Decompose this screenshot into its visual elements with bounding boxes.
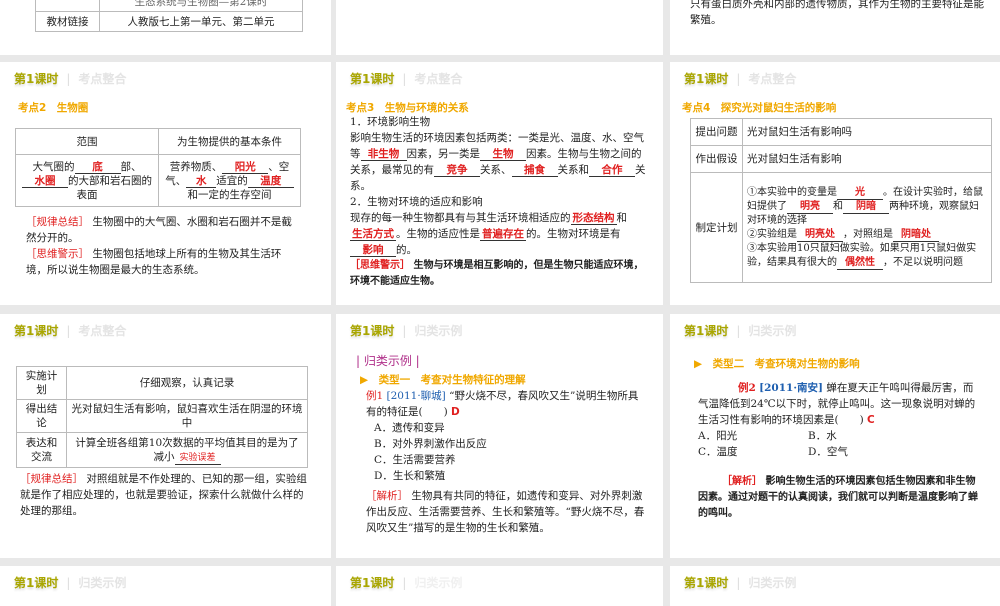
notes: ［规律总结］ 生物圈中的大气圈、水圈和岩石圈并不是截然分开的。 ［思维警示］ 生物… — [26, 216, 292, 276]
th: 范围 — [15, 128, 159, 155]
body-text: 只有蛋白质外壳和内部的遗传物质，其作为生物的主要特征是能繁殖。 — [690, 0, 984, 26]
option: C．生活需要营养 — [374, 454, 456, 466]
question: 例1 [2011·聊城] “野火烧不尽，春风吹又生”说明生物所具有的特征是( )… — [366, 390, 645, 534]
biosphere-table: 范围 为生物提供的基本条件 大气圈的底部、水圈 的大部和岩石圈的表面 营养物质、 阳光… — [15, 128, 301, 207]
answer: C — [867, 414, 875, 426]
slide-example-1[interactable]: 第1课时 | 归类示例 | 归类示例 | ▶ 类型一 考查对生物特征的理解 例1 [… — [336, 314, 663, 558]
slide-header: 第1课时 | 考点整合 — [350, 72, 463, 86]
experiment-table: 提出问题 光对鼠妇生活有影响吗 作出假设 光对鼠妇生活有影响 制定计划 ①本实验中的… — [690, 118, 992, 283]
th: 为生物提供的基本条件 — [158, 128, 301, 155]
slide-woodlouse-experiment[interactable]: 第1课时 | 考点整合 考点4 探究光对鼠妇生活的影响 提出问题 光对鼠妇生活有影响吗… — [670, 62, 1000, 305]
experiment-table-cont: 实施计划 仔细观察，认真记录 得出结论 光对鼠妇生活有影响，鼠妇喜欢生活在阴湿的环境… — [16, 366, 308, 468]
slide-header: 第1课时 | 归类示例 — [684, 324, 797, 338]
cell: 教材链接 — [35, 11, 100, 32]
slide-bottom-left[interactable]: 第1课时 | 归类示例 — [0, 566, 331, 606]
slide-experiment-cont[interactable]: 第1课时 | 考点整合 实施计划 仔细观察，认真记录 得出结论 光对鼠妇生活有影响，鼠妇… — [0, 314, 331, 558]
cell-range: 大气圈的底部、水圈 的大部和岩石圈的表面 — [15, 154, 159, 207]
slide-header: 第1课时 | 考点整合 — [684, 72, 797, 86]
option: A．遗传和变异 — [374, 422, 445, 434]
slide-header: 第1课时 | 考点整合 — [14, 324, 127, 338]
slide-bottom-right[interactable]: 第1课时 | 归类示例 — [670, 566, 1000, 606]
option: B．水 — [808, 430, 837, 442]
slide-bottom-middle[interactable]: 第1课时 | 归类示例 — [336, 566, 663, 606]
option: D．生长和繁殖 — [374, 470, 446, 482]
section-heading: 考点3 生物与环境的关系 — [346, 102, 469, 114]
slide-header: 第1课时 | 归类示例 — [684, 576, 797, 590]
option: A．阳光 — [698, 430, 738, 442]
slide-header: 第1课时 | 归类示例 — [350, 324, 463, 338]
type-heading: ▶ 类型一 考查对生物特征的理解 — [360, 374, 526, 386]
section-heading: 考点4 探究光对鼠妇生活的影响 — [682, 102, 837, 114]
slide-top-middle[interactable] — [336, 0, 663, 55]
option: C．温度 — [698, 446, 738, 458]
cell: 人教版七上第一单元、第二单元 — [99, 11, 303, 32]
option: B．对外界刺激作出反应 — [374, 438, 487, 450]
slide-header: 第1课时 | 考点整合 — [14, 72, 127, 86]
slide-header: 第1课时 | 归类示例 — [14, 576, 127, 590]
body-text: 1．环境影响生物 影响生物生活的环境因素包括两类：一类是光、温度、水、空气等 非生… — [350, 116, 646, 287]
slide-biosphere[interactable]: 第1课时 | 考点整合 考点2 生物圈 范围 为生物提供的基本条件 大气圈的底部、水圈… — [0, 62, 331, 305]
slide-top-right[interactable]: 只有蛋白质外壳和内部的遗传物质，其作为生物的主要特征是能繁殖。 — [670, 0, 1000, 55]
cell: 生态系统与生物圈—第2课时 — [99, 0, 303, 12]
slide-bio-environment[interactable]: 第1课时 | 考点整合 考点3 生物与环境的关系 1．环境影响生物 影响生物生活的环… — [336, 62, 663, 305]
answer: D — [451, 406, 460, 418]
slide-header: 第1课时 | 归类示例 — [350, 576, 463, 590]
cell-conditions: 营养物质、 阳光 、空气、水适宜的 温度和一定的生存空间 — [158, 154, 301, 207]
option: D．空气 — [808, 446, 848, 458]
examples-title: | 归类示例 | — [356, 354, 420, 368]
section-heading: 考点2 生物圈 — [18, 102, 89, 114]
type-heading: ▶ 类型二 考查环境对生物的影响 — [694, 358, 860, 370]
slide-top-left[interactable]: 生态系统与生物圈—第2课时 教材链接 人教版七上第一单元、第二单元 — [0, 0, 331, 55]
notes: ［规律总结］ 对照组就是不作处理的、已知的那一组，实验组就是作了相应处理的，也就… — [20, 473, 307, 517]
question: 例2 [2011·南安] 蝉在夏天正午鸣叫得最厉害，而气温降低到24℃以下时，就… — [698, 382, 978, 519]
info-table: 生态系统与生物圈—第2课时 教材链接 人教版七上第一单元、第二单元 — [35, 0, 303, 32]
slide-example-2[interactable]: 第1课时 | 归类示例 ▶ 类型二 考查环境对生物的影响 例2 [2011·南安] … — [670, 314, 1000, 558]
